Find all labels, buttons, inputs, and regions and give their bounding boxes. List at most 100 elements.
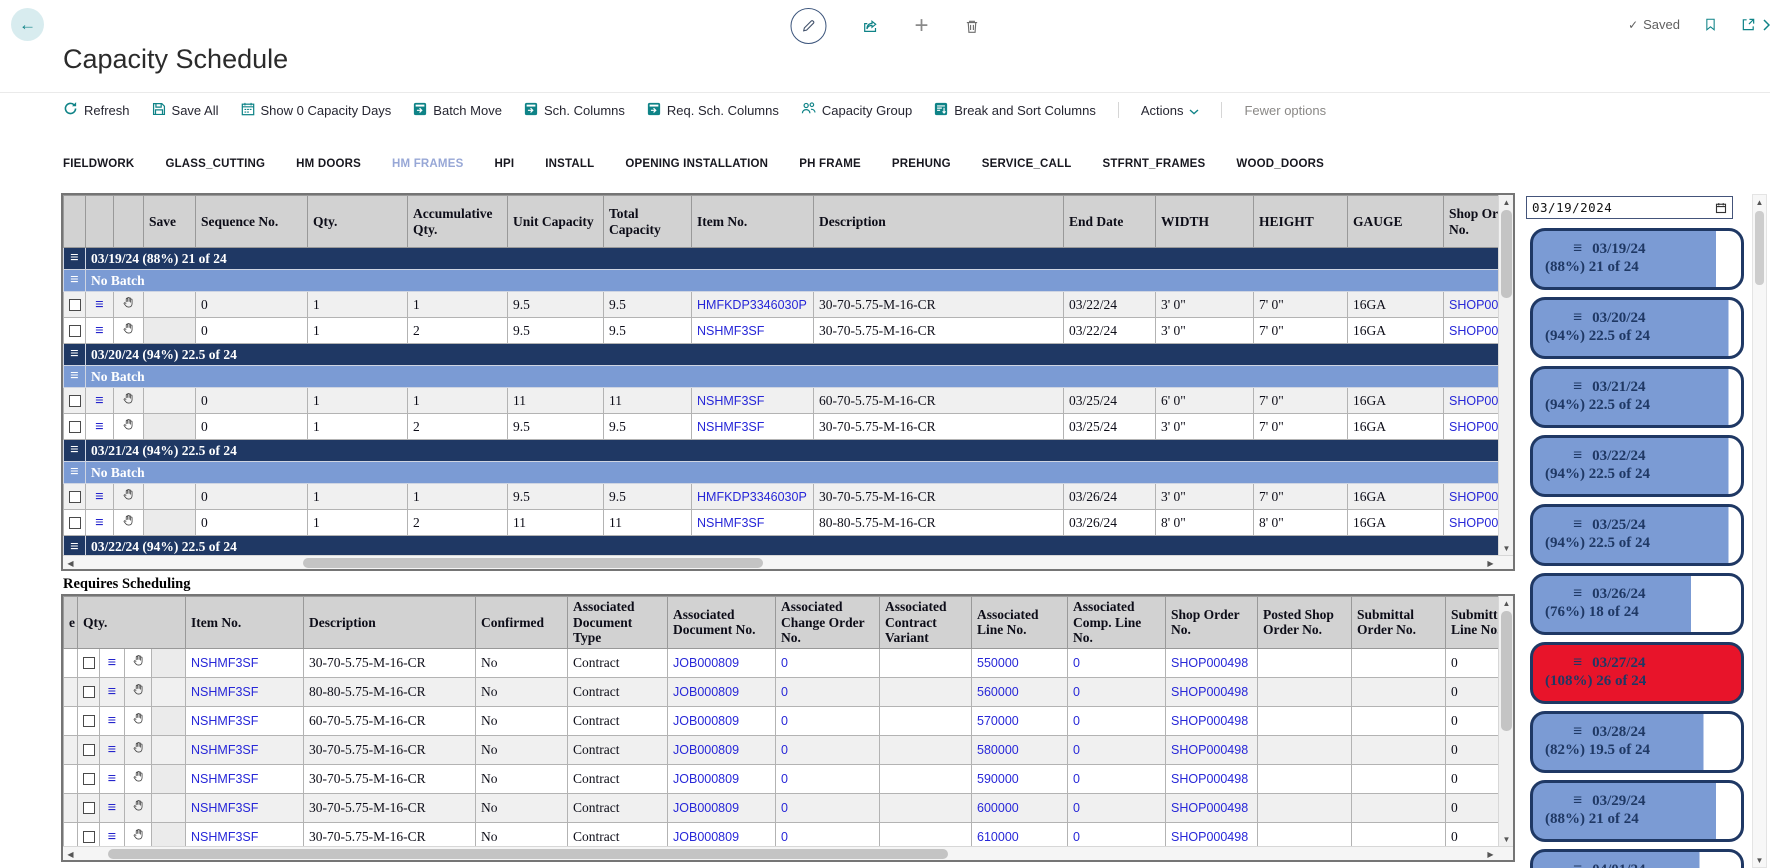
toolbar-button-break-and-sort-columns[interactable]: Break and Sort Columns — [934, 101, 1096, 119]
drag-hand-icon[interactable] — [132, 655, 145, 670]
popout-icon[interactable] — [1741, 17, 1756, 32]
line-no-link[interactable]: 580000 — [977, 743, 1019, 757]
change-order-link[interactable]: 0 — [781, 772, 788, 786]
edit-icon[interactable] — [790, 8, 826, 44]
comp-line-link[interactable]: 0 — [1073, 656, 1080, 670]
capacity-day-card-04-01-24[interactable]: ≡04/01/24 — [1530, 849, 1744, 868]
item-no-link[interactable]: NSHMF3SF — [191, 772, 258, 786]
document-no-link[interactable]: JOB000809 — [673, 801, 739, 815]
item-no-link[interactable]: HMFKDP3346030P — [697, 298, 807, 312]
item-no-link[interactable]: NSHMF3SF — [191, 714, 258, 728]
line-no-link[interactable]: 590000 — [977, 772, 1019, 786]
scroll-left-icon[interactable]: ◀ — [63, 847, 78, 861]
actions-menu-button[interactable]: Actions — [1141, 103, 1200, 118]
tab-stfrnt-frames[interactable]: STFRNT_FRAMES — [1103, 158, 1206, 174]
drag-hand-icon[interactable] — [132, 742, 145, 757]
main-table-hscrollbar[interactable]: ◀ ▶ — [63, 555, 1513, 569]
tab-hm-frames[interactable]: HM FRAMES — [392, 158, 463, 174]
drag-hand-icon[interactable] — [122, 515, 135, 530]
batch-row[interactable]: ≡No Batch — [64, 462, 1516, 484]
toolbar-button-show-0-capacity-days[interactable]: Show 0 Capacity Days — [241, 101, 392, 119]
change-order-link[interactable]: 0 — [781, 830, 788, 844]
drag-hand-icon[interactable] — [132, 771, 145, 786]
row-menu-icon[interactable]: ≡ — [105, 802, 119, 814]
toolbar-button-save-all[interactable]: Save All — [152, 101, 219, 119]
drag-hand-icon[interactable] — [122, 489, 135, 504]
column-header-gauge[interactable]: GAUGE — [1348, 196, 1444, 248]
item-no-link[interactable]: NSHMF3SF — [191, 830, 258, 844]
scroll-right-icon[interactable]: ▶ — [1483, 847, 1498, 861]
batch-row[interactable]: ≡No Batch — [64, 366, 1516, 388]
change-order-link[interactable]: 0 — [781, 714, 788, 728]
row-menu-icon[interactable]: ≡ — [91, 325, 108, 337]
column-header-clipped[interactable]: e — [64, 597, 78, 649]
tab-service-call[interactable]: SERVICE_CALL — [982, 158, 1072, 174]
scroll-right-icon[interactable]: ▶ — [1483, 556, 1498, 570]
fewer-options-button[interactable]: Fewer options — [1244, 103, 1326, 118]
item-no-link[interactable]: NSHMF3SF — [191, 801, 258, 815]
capacity-day-card-03-28-24[interactable]: ≡03/28/24(82%) 19.5 of 24 — [1530, 711, 1744, 773]
drag-hand-icon[interactable] — [122, 297, 135, 312]
row-checkbox[interactable] — [69, 299, 81, 311]
batch-menu-icon[interactable]: ≡ — [64, 462, 86, 484]
column-header-submittal-order-no[interactable]: Submittal Order No. — [1352, 597, 1446, 649]
shop-order-link[interactable]: SHOP000498 — [1171, 743, 1248, 757]
column-header-end-date[interactable]: End Date — [1064, 196, 1156, 248]
column-header-qty[interactable]: Qty. — [308, 196, 408, 248]
tab-glass-cutting[interactable]: GLASS_CUTTING — [165, 158, 265, 174]
row-checkbox[interactable] — [69, 517, 81, 529]
schedule-date-input[interactable]: 03/19/2024 — [1526, 196, 1733, 219]
column-header-associated-line-no[interactable]: Associated Line No. — [972, 597, 1068, 649]
column-header-qty[interactable]: Qty. — [78, 597, 186, 649]
rs-table-vscrollbar[interactable]: ▲ ▼ — [1498, 596, 1513, 846]
row-menu-icon[interactable]: ≡ — [105, 773, 119, 785]
column-header-associated-comp-line-no[interactable]: Associated Comp. Line No. — [1068, 597, 1166, 649]
item-no-link[interactable]: NSHMF3SF — [697, 516, 764, 530]
document-no-link[interactable]: JOB000809 — [673, 714, 739, 728]
column-header-associated-contract-variant[interactable]: Associated Contract Variant — [880, 597, 972, 649]
scrollbar-thumb[interactable] — [303, 558, 763, 568]
comp-line-link[interactable]: 0 — [1073, 685, 1080, 699]
capacity-day-card-03-25-24[interactable]: ≡03/25/24(94%) 22.5 of 24 — [1530, 504, 1744, 566]
back-button[interactable]: ← — [11, 8, 44, 41]
row-menu-icon[interactable]: ≡ — [105, 657, 119, 669]
batch-row[interactable]: ≡No Batch — [64, 270, 1516, 292]
date-group-row[interactable]: ≡03/21/24 (94%) 22.5 of 24 — [64, 440, 1516, 462]
batch-menu-icon[interactable]: ≡ — [64, 366, 86, 388]
row-checkbox[interactable] — [83, 657, 95, 669]
row-checkbox[interactable] — [69, 421, 81, 433]
calendar-picker-icon[interactable] — [1715, 202, 1727, 214]
comp-line-link[interactable]: 0 — [1073, 830, 1080, 844]
scroll-up-icon[interactable]: ▲ — [1753, 195, 1766, 209]
comp-line-link[interactable]: 0 — [1073, 772, 1080, 786]
card-menu-icon[interactable]: ≡ — [1573, 723, 1582, 740]
capacity-day-card-03-21-24[interactable]: ≡03/21/24(94%) 22.5 of 24 — [1530, 366, 1744, 428]
capacity-day-card-03-19-24[interactable]: ≡03/19/24(88%) 21 of 24 — [1530, 228, 1744, 290]
line-no-link[interactable]: 610000 — [977, 830, 1019, 844]
tab-hpi[interactable]: HPI — [494, 158, 514, 174]
card-menu-icon[interactable]: ≡ — [1573, 240, 1582, 257]
delete-icon[interactable] — [965, 19, 980, 34]
toolbar-button-batch-move[interactable]: Batch Move — [413, 101, 502, 119]
scroll-up-icon[interactable]: ▲ — [1499, 596, 1514, 610]
card-menu-icon[interactable]: ≡ — [1573, 447, 1582, 464]
column-header-blank[interactable] — [114, 196, 144, 248]
row-checkbox[interactable] — [69, 395, 81, 407]
document-no-link[interactable]: JOB000809 — [673, 656, 739, 670]
toolbar-button-refresh[interactable]: Refresh — [63, 101, 130, 119]
comp-line-link[interactable]: 0 — [1073, 714, 1080, 728]
drag-hand-icon[interactable] — [132, 800, 145, 815]
row-checkbox[interactable] — [83, 773, 95, 785]
drag-hand-icon[interactable] — [132, 713, 145, 728]
scrollbar-thumb[interactable] — [1755, 211, 1764, 285]
item-no-link[interactable]: NSHMF3SF — [697, 324, 764, 338]
column-header-associated-document-type[interactable]: Associated Document Type — [568, 597, 668, 649]
scroll-up-icon[interactable]: ▲ — [1499, 195, 1514, 209]
scroll-down-icon[interactable]: ▼ — [1499, 541, 1514, 555]
group-menu-icon[interactable]: ≡ — [64, 440, 86, 462]
row-checkbox[interactable] — [69, 325, 81, 337]
change-order-link[interactable]: 0 — [781, 801, 788, 815]
document-no-link[interactable]: JOB000809 — [673, 685, 739, 699]
chevron-right-icon[interactable] — [1763, 18, 1770, 36]
item-no-link[interactable]: NSHMF3SF — [191, 743, 258, 757]
